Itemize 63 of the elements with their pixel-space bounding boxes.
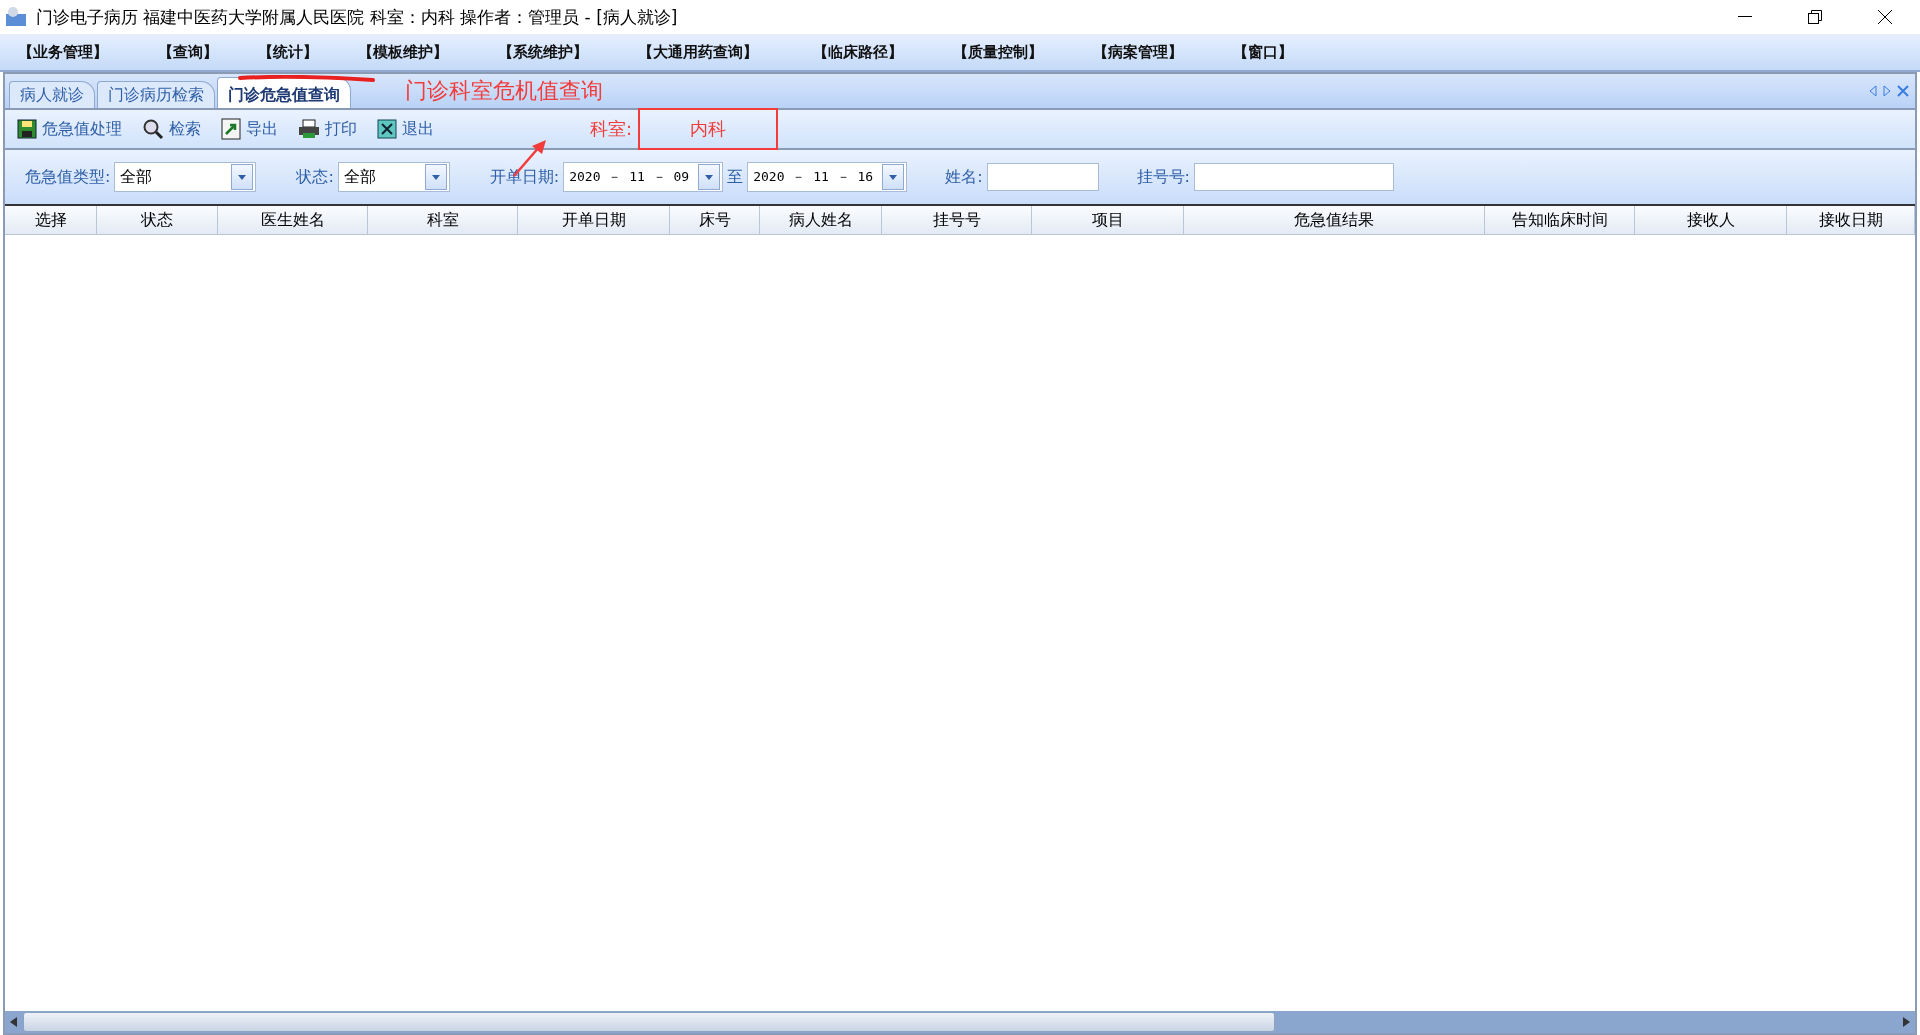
minimize-icon <box>1738 16 1752 18</box>
field-label: 状态: <box>296 166 334 188</box>
dropdown[interactable]: 全部 <box>337 162 450 192</box>
menu-item[interactable]: 【临床路径】 <box>813 42 953 62</box>
right-arrow-icon[interactable] <box>1883 85 1891 97</box>
column-header[interactable]: 接收人 <box>1635 206 1787 234</box>
column-header[interactable]: 接收日期 <box>1787 206 1915 234</box>
caret-icon <box>705 174 714 180</box>
restore-icon <box>1808 10 1822 24</box>
annotation-box: 内科 <box>638 108 779 150</box>
column-header[interactable]: 医生姓名 <box>218 206 368 234</box>
toolbar-button[interactable]: 危急值处理 <box>15 116 124 142</box>
menu-item[interactable]: 【质量控制】 <box>953 42 1093 62</box>
menu-item[interactable]: 【统计】 <box>258 42 358 62</box>
column-header[interactable]: 选择 <box>5 206 97 234</box>
column-header[interactable]: 告知临床时间 <box>1485 206 1635 234</box>
name-field[interactable] <box>986 163 1099 191</box>
menu-item[interactable]: 【窗口】 <box>1233 42 1313 62</box>
left-arrow-icon[interactable] <box>1869 85 1877 97</box>
field-label: 至 <box>727 166 744 188</box>
toolbar-button[interactable]: 检索 <box>140 116 203 142</box>
horizontal-scrollbar[interactable] <box>5 1011 1915 1033</box>
menu-item[interactable]: 【模板维护】 <box>358 42 498 62</box>
column-header[interactable]: 开单日期 <box>518 206 670 234</box>
annotation-label: 科室: <box>590 117 633 141</box>
close-icon <box>1877 9 1893 25</box>
caret-icon <box>238 174 247 180</box>
tab[interactable]: 门诊病历检索 <box>97 81 215 108</box>
registration-field[interactable] <box>1193 163 1394 191</box>
toolbar-button[interactable]: 退出 <box>375 116 436 142</box>
column-header[interactable]: 危急值结果 <box>1184 206 1485 234</box>
menu-item[interactable]: 【系统维护】 <box>498 42 638 62</box>
export-icon <box>221 118 241 140</box>
window-title: 门诊电子病历 福建中医药大学附属人民医院 科室：内科 操作者：管理员 - [病人就诊] <box>36 5 678 29</box>
annotation-caption: 门诊科室危机值查询 <box>405 77 603 105</box>
column-header[interactable]: 科室 <box>368 206 518 234</box>
caret-icon <box>889 174 898 180</box>
caret-icon <box>431 174 440 180</box>
column-header[interactable]: 病人姓名 <box>760 206 882 234</box>
save-icon <box>17 119 37 139</box>
date-picker[interactable]: 2020 － 11 － 09 <box>563 162 724 192</box>
toolbar-button[interactable]: 导出 <box>219 116 280 142</box>
magnifier-icon <box>142 118 164 140</box>
date-picker[interactable]: 2020 － 11 － 16 <box>747 162 908 192</box>
menu-item[interactable]: 【大通用药查询】 <box>638 42 813 62</box>
printer-icon <box>298 119 320 139</box>
tab[interactable]: 病人就诊 <box>9 81 95 108</box>
column-header[interactable]: 床号 <box>670 206 760 234</box>
field-label: 姓名: <box>945 166 983 188</box>
column-header[interactable]: 状态 <box>97 206 218 234</box>
close-icon[interactable] <box>1897 85 1909 97</box>
menu-item[interactable]: 【查询】 <box>158 42 258 62</box>
menu-item[interactable]: 【病案管理】 <box>1093 42 1233 62</box>
exit-icon <box>377 119 397 139</box>
app-icon <box>4 6 28 28</box>
dropdown[interactable]: 全部 <box>114 162 257 192</box>
column-header[interactable]: 项目 <box>1032 206 1184 234</box>
field-label: 危急值类型: <box>25 166 111 188</box>
field-label: 挂号号: <box>1136 166 1190 188</box>
toolbar-button[interactable]: 打印 <box>296 116 359 142</box>
tab[interactable]: 门诊危急值查询 <box>217 77 351 108</box>
column-header[interactable]: 挂号号 <box>882 206 1032 234</box>
menu-item[interactable]: 【业务管理】 <box>18 42 158 62</box>
